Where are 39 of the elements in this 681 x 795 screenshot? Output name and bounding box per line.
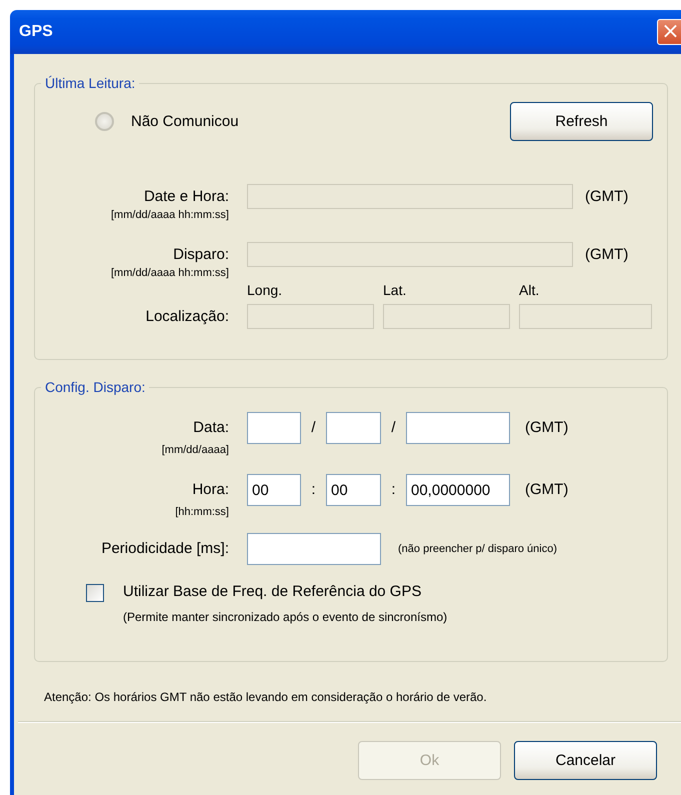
column-header: Lat. — [383, 282, 408, 298]
field-label: Localização: — [144, 307, 229, 327]
unit-label: (GMT) — [525, 418, 568, 438]
field-label: Date e Hora: — [142, 187, 229, 207]
format-hint: [mm/dd/aaaa] — [160, 444, 229, 456]
checkbox[interactable] — [86, 584, 104, 602]
input-field[interactable]: 00 — [247, 474, 301, 506]
field-label: Data: — [192, 418, 229, 438]
status-label: Não Comunicou — [131, 113, 239, 130]
column-header: Long. — [247, 282, 284, 298]
group-title: Última Leitura: — [44, 75, 136, 91]
input-field[interactable]: 00,0000000 — [406, 474, 510, 506]
cancel-button[interactable]: Cancelar — [514, 741, 657, 780]
unit-label: (GMT) — [585, 187, 628, 207]
format-hint: [mm/dd/aaaa hh:mm:ss] — [110, 267, 229, 279]
checkbox-label: Utilizar Base de Freq. de Referência do GPS — [123, 582, 422, 602]
window-title: GPS — [19, 23, 53, 41]
refresh-button[interactable]: Refresh — [510, 102, 653, 141]
format-hint: [mm/dd/aaaa hh:mm:ss] — [110, 209, 229, 221]
field-label: Hora: — [191, 480, 229, 500]
input-field[interactable]: 00 — [326, 474, 381, 506]
separator-label: : — [310, 480, 317, 500]
input-field[interactable] — [326, 412, 381, 444]
input-field[interactable] — [247, 412, 301, 444]
group-title: Config. Disparo: — [44, 379, 146, 395]
field-label: Periodicidade [ms]: — [100, 539, 229, 559]
notice-text: Atenção: Os horários GMT não estão levando em consideração o horário de verão. — [44, 689, 488, 705]
field-label: Disparo: — [172, 245, 229, 265]
input-field[interactable] — [247, 533, 381, 565]
hint-text: (não preencher p/ disparo único) — [398, 542, 557, 557]
column-header: Alt. — [519, 282, 540, 298]
format-hint: [hh:mm:ss] — [174, 506, 229, 518]
separator-label: / — [390, 418, 397, 438]
unit-label: (GMT) — [525, 480, 568, 500]
separator-label: / — [310, 418, 317, 438]
note-text: (Permite manter sincronizado após o evento de sincronísmo) — [123, 609, 448, 625]
separator-label: : — [390, 480, 397, 500]
input-field[interactable] — [406, 412, 510, 444]
unit-label: (GMT) — [585, 245, 628, 265]
